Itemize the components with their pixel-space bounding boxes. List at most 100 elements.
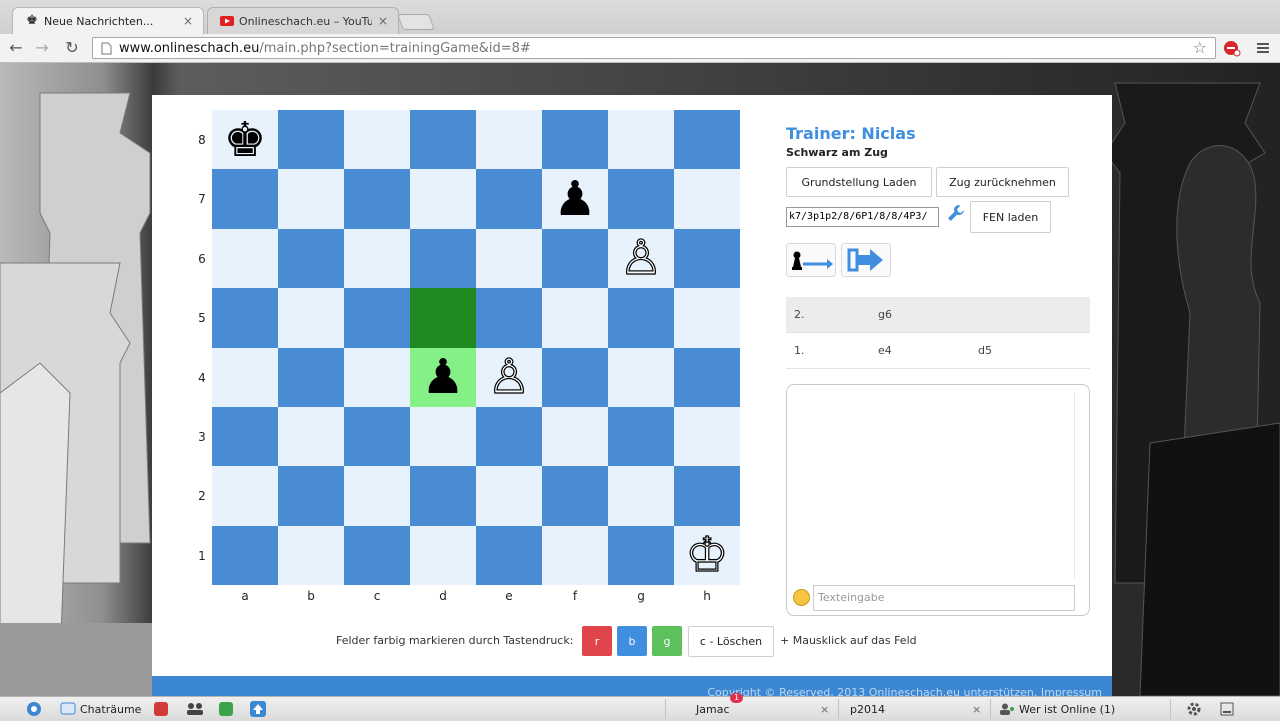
square-h7[interactable] bbox=[674, 169, 740, 229]
smiley-icon[interactable] bbox=[793, 589, 810, 606]
new-tab-button[interactable] bbox=[397, 14, 435, 30]
square-d5[interactable] bbox=[410, 288, 476, 348]
taskbar-user-jamac[interactable]: Jamac 1 bbox=[696, 693, 744, 721]
square-h3[interactable] bbox=[674, 406, 740, 467]
square-f7[interactable]: ♟ bbox=[542, 169, 608, 229]
load-fen-button[interactable]: FEN laden bbox=[970, 201, 1051, 233]
taskbar-user-p2014[interactable]: p2014 bbox=[850, 697, 885, 721]
piece-e4[interactable]: ♙ bbox=[487, 353, 531, 402]
square-e3[interactable] bbox=[476, 406, 542, 467]
close-icon[interactable]: × bbox=[820, 697, 829, 721]
square-f5[interactable] bbox=[542, 288, 608, 348]
square-d7[interactable] bbox=[410, 169, 476, 229]
chat-scrollbar[interactable] bbox=[1074, 393, 1083, 578]
piece-g6[interactable]: ♙ bbox=[619, 234, 663, 283]
flag-icon[interactable] bbox=[154, 697, 168, 721]
square-d4[interactable]: ♟ bbox=[410, 347, 476, 407]
address-bar[interactable]: www.onlineschach.eu/main.php?section=tra… bbox=[92, 37, 1216, 59]
square-a2[interactable] bbox=[212, 466, 278, 526]
bookmark-star-icon[interactable]: ☆ bbox=[1193, 38, 1207, 58]
next-arrow-button[interactable] bbox=[841, 243, 891, 277]
tab-neue-nachrichten[interactable]: ♚ Neue Nachrichten... × bbox=[12, 7, 204, 34]
move-row[interactable]: 1. e4 d5 bbox=[786, 333, 1090, 369]
square-a4[interactable] bbox=[212, 347, 278, 407]
square-g4[interactable] bbox=[608, 347, 674, 407]
square-f1[interactable] bbox=[542, 525, 608, 585]
menu-icon[interactable] bbox=[1254, 39, 1272, 57]
square-h4[interactable] bbox=[674, 347, 740, 407]
square-h5[interactable] bbox=[674, 288, 740, 348]
square-h1[interactable]: ♔ bbox=[674, 525, 740, 585]
piece-f7[interactable]: ♟ bbox=[553, 175, 596, 223]
square-g7[interactable] bbox=[608, 169, 674, 229]
square-f2[interactable] bbox=[542, 466, 608, 526]
square-b4[interactable] bbox=[278, 347, 344, 407]
square-a5[interactable] bbox=[212, 288, 278, 348]
piece-d4[interactable]: ♟ bbox=[421, 353, 464, 401]
square-c7[interactable] bbox=[344, 169, 410, 229]
square-d1[interactable] bbox=[410, 525, 476, 585]
square-g1[interactable] bbox=[608, 525, 674, 585]
square-c4[interactable] bbox=[344, 347, 410, 407]
piece-a8[interactable]: ♚ bbox=[223, 116, 266, 164]
chatrooms-button[interactable]: Chaträume bbox=[60, 697, 141, 721]
forward-button[interactable]: → bbox=[32, 38, 52, 58]
square-c1[interactable] bbox=[344, 525, 410, 585]
load-start-position-button[interactable]: Grundstellung Laden bbox=[786, 167, 932, 197]
square-g5[interactable] bbox=[608, 288, 674, 348]
square-c8[interactable] bbox=[344, 110, 410, 170]
square-e7[interactable] bbox=[476, 169, 542, 229]
square-c6[interactable] bbox=[344, 228, 410, 289]
back-button[interactable]: ← bbox=[6, 38, 26, 58]
share-icon[interactable] bbox=[219, 697, 233, 721]
square-e4[interactable]: ♙ bbox=[476, 347, 542, 407]
square-e6[interactable] bbox=[476, 228, 542, 289]
square-h8[interactable] bbox=[674, 110, 740, 170]
mark-red-button[interactable]: r bbox=[582, 626, 612, 656]
square-e5[interactable] bbox=[476, 288, 542, 348]
close-icon[interactable]: × bbox=[378, 14, 388, 28]
square-b5[interactable] bbox=[278, 288, 344, 348]
square-b2[interactable] bbox=[278, 466, 344, 526]
chat-input[interactable]: Texteingabe bbox=[813, 585, 1075, 611]
square-a1[interactable] bbox=[212, 525, 278, 585]
tab-youtube[interactable]: Onlineschach.eu – YouTu × bbox=[207, 7, 399, 34]
square-b8[interactable] bbox=[278, 110, 344, 170]
square-g8[interactable] bbox=[608, 110, 674, 170]
square-e8[interactable] bbox=[476, 110, 542, 170]
square-c2[interactable] bbox=[344, 466, 410, 526]
square-b3[interactable] bbox=[278, 406, 344, 467]
square-a3[interactable] bbox=[212, 406, 278, 467]
flip-board-button[interactable] bbox=[786, 243, 836, 277]
close-icon[interactable]: × bbox=[972, 697, 981, 721]
users-icon[interactable] bbox=[186, 697, 204, 721]
mark-blue-button[interactable]: b bbox=[617, 626, 647, 656]
square-f6[interactable] bbox=[542, 228, 608, 289]
square-b6[interactable] bbox=[278, 228, 344, 289]
square-h6[interactable] bbox=[674, 228, 740, 289]
start-icon[interactable] bbox=[26, 697, 42, 721]
square-e2[interactable] bbox=[476, 466, 542, 526]
square-d6[interactable] bbox=[410, 228, 476, 289]
square-f4[interactable] bbox=[542, 347, 608, 407]
upload-icon[interactable] bbox=[250, 697, 266, 721]
close-icon[interactable]: × bbox=[183, 14, 193, 28]
square-d8[interactable] bbox=[410, 110, 476, 170]
square-c3[interactable] bbox=[344, 406, 410, 467]
wrench-icon[interactable] bbox=[946, 203, 966, 223]
square-g2[interactable] bbox=[608, 466, 674, 526]
square-f3[interactable] bbox=[542, 406, 608, 467]
square-d2[interactable] bbox=[410, 466, 476, 526]
square-f8[interactable] bbox=[542, 110, 608, 170]
settings-gear-icon[interactable] bbox=[1186, 697, 1202, 721]
square-a6[interactable] bbox=[212, 228, 278, 289]
square-b7[interactable] bbox=[278, 169, 344, 229]
who-is-online-button[interactable]: Wer ist Online (1) bbox=[1000, 697, 1115, 721]
square-g3[interactable] bbox=[608, 406, 674, 467]
minimize-icon[interactable] bbox=[1220, 697, 1234, 721]
square-d3[interactable] bbox=[410, 406, 476, 467]
square-b1[interactable] bbox=[278, 525, 344, 585]
clear-marks-button[interactable]: c - Löschen bbox=[688, 626, 774, 657]
reload-button[interactable]: ↻ bbox=[62, 38, 82, 58]
square-e1[interactable] bbox=[476, 525, 542, 585]
